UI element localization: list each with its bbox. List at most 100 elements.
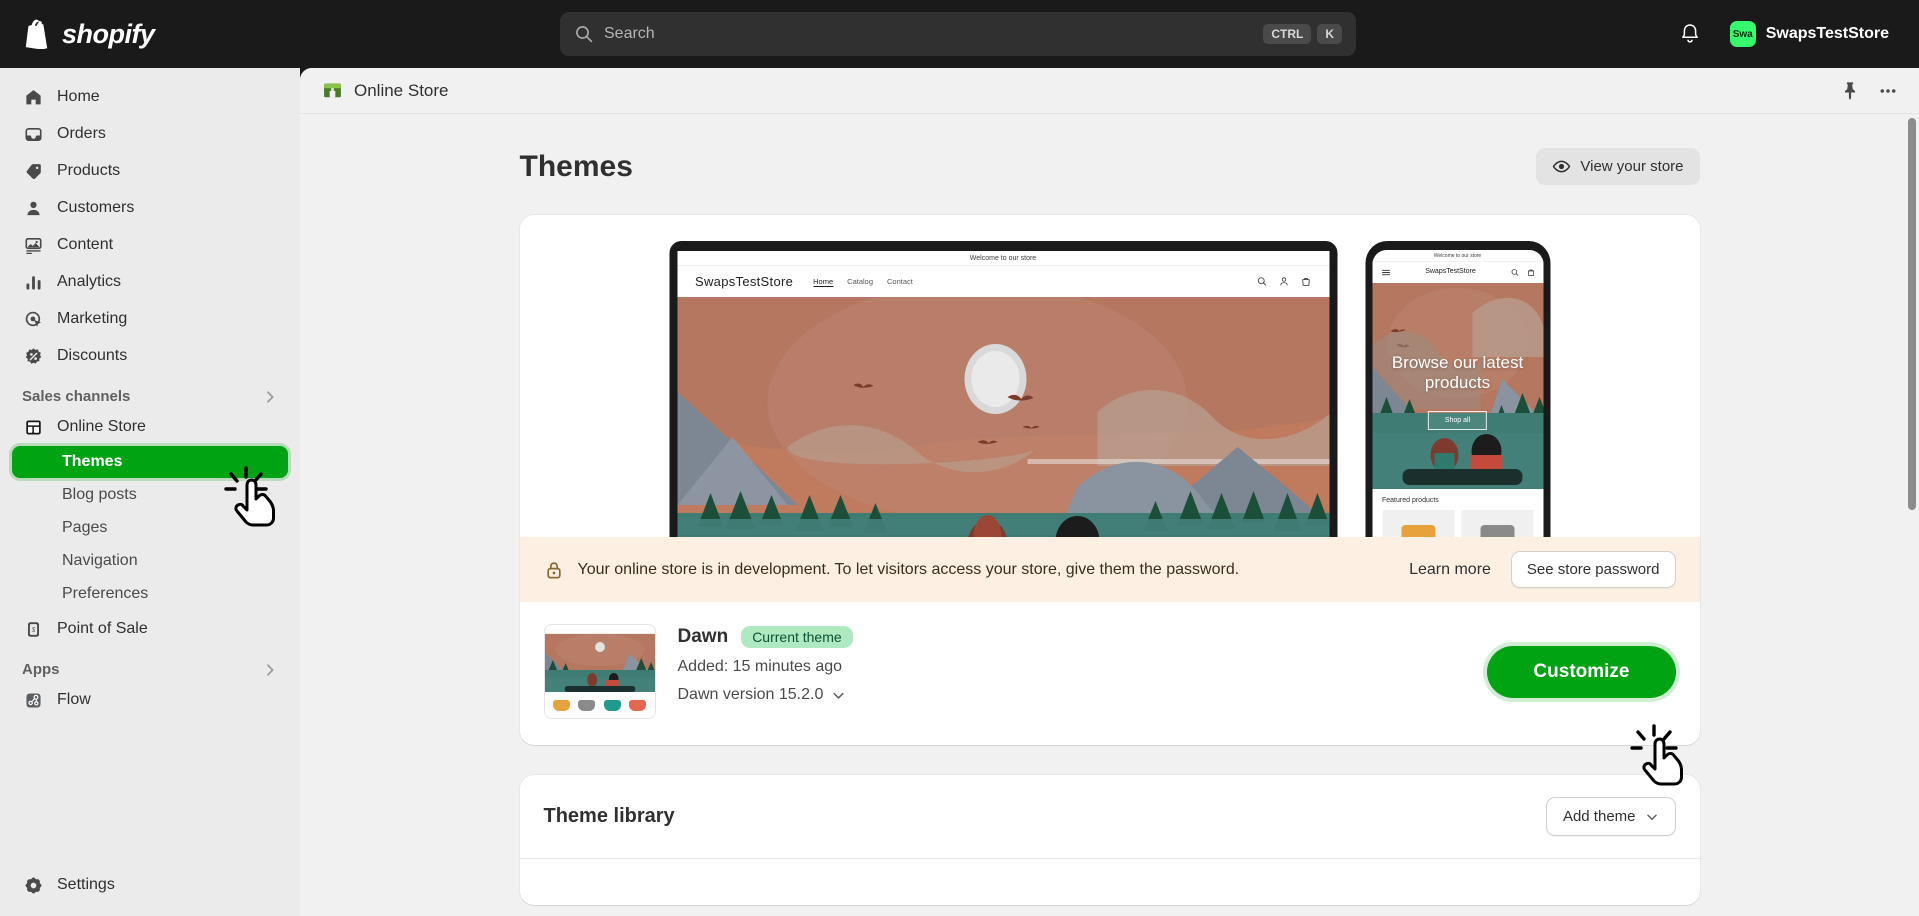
sidebar-label-point-of-sale: Point of Sale xyxy=(57,620,148,637)
see-store-password-button[interactable]: See store password xyxy=(1510,551,1676,588)
sidebar-item-online-store[interactable]: Online Store xyxy=(12,409,288,445)
mobile-preview-frame[interactable]: Welcome to our store SwapsTestStore Brow… xyxy=(1365,241,1550,537)
sidebar-label-analytics: Analytics xyxy=(57,273,122,290)
theme-preview-strip: Welcome to our store SwapsTestStore Home… xyxy=(519,215,1700,537)
theme-name-row: Dawn Current theme xyxy=(678,626,853,648)
avatar: Swa xyxy=(1729,21,1756,47)
scrollbar-thumb[interactable] xyxy=(1908,118,1916,510)
theme-library-card: Theme library Add theme xyxy=(519,775,1700,905)
bell-icon[interactable] xyxy=(1678,22,1702,46)
sidebar-label-products: Products xyxy=(57,162,121,179)
theme-meta: Dawn Current theme Added: 15 minutes ago… xyxy=(678,624,853,704)
sidebar-label-themes: Themes xyxy=(62,453,123,470)
scrollbar-track[interactable] xyxy=(1905,114,1919,916)
desktop-preview-frame[interactable]: Welcome to our store SwapsTestStore Home… xyxy=(669,241,1337,537)
sidebar-item-discounts[interactable]: Discounts xyxy=(12,338,288,374)
swatch-orange xyxy=(552,700,570,711)
learn-more-link[interactable]: Learn more xyxy=(1409,561,1491,579)
sidebar-item-marketing[interactable]: Marketing xyxy=(12,301,288,337)
sidebar-section-apps[interactable]: Apps xyxy=(22,661,278,678)
sidebar-item-themes[interactable]: Themes xyxy=(12,446,288,478)
view-your-store-label: View your store xyxy=(1580,158,1684,175)
sidebar-item-products[interactable]: Products xyxy=(12,153,288,189)
storefront-link-contact[interactable]: Contact xyxy=(887,277,913,287)
sidebar-item-analytics[interactable]: Analytics xyxy=(12,264,288,300)
mobile-hero-heading: Browse our latest products xyxy=(1391,353,1524,393)
product-card[interactable] xyxy=(1461,510,1533,537)
search-icon xyxy=(1257,277,1266,286)
hamburger-icon[interactable] xyxy=(1380,267,1391,278)
theme-version-dropdown[interactable]: Dawn version 15.2.0 xyxy=(678,686,853,704)
sidebar-label-discounts: Discounts xyxy=(57,347,128,364)
breadcrumb-label: Online Store xyxy=(354,80,449,100)
store-account-chip[interactable]: Swa SwapsTestStore xyxy=(1720,16,1899,52)
sidebar-label-blog-posts: Blog posts xyxy=(62,486,137,503)
search-input[interactable]: Search CTRL K xyxy=(560,12,1356,56)
mobile-featured-section: Featured products xyxy=(1372,489,1543,537)
swatch-teal xyxy=(603,700,621,711)
shopify-logo[interactable]: shopify xyxy=(24,19,155,50)
mobile-preview-screen: Welcome to our store SwapsTestStore Brow… xyxy=(1372,250,1543,537)
sidebar-label-pages: Pages xyxy=(62,519,108,536)
sidebar-item-preferences[interactable]: Preferences xyxy=(12,578,288,610)
lock-icon xyxy=(546,561,561,578)
pin-icon[interactable] xyxy=(1839,80,1861,102)
announcement-bar: Welcome to our store xyxy=(677,251,1329,266)
content-image-icon xyxy=(22,234,44,256)
shopify-bag-icon xyxy=(25,19,48,49)
storefront-link-catalog[interactable]: Catalog xyxy=(847,277,873,287)
product-tag-icon xyxy=(22,160,44,182)
sidebar-item-home[interactable]: Home xyxy=(12,79,288,115)
mobile-announcement-bar: Welcome to our store xyxy=(1372,250,1543,262)
sidebar-label-customers: Customers xyxy=(57,199,135,216)
thumbnail-header xyxy=(544,625,655,634)
svg-text:$: $ xyxy=(31,625,35,633)
sidebar-label-settings: Settings xyxy=(57,876,115,893)
sidebar-item-pages[interactable]: Pages xyxy=(12,512,288,544)
person-icon xyxy=(22,197,44,219)
kbd-k: K xyxy=(1317,24,1342,44)
development-banner-message: Your online store is in development. To … xyxy=(577,560,1240,578)
flow-icon xyxy=(22,689,44,711)
chevron-down-icon xyxy=(833,692,844,699)
sidebar-label-online-store: Online Store xyxy=(57,418,146,435)
storefront-logo: SwapsTestStore xyxy=(695,274,794,289)
hero-illustration xyxy=(677,297,1329,537)
mobile-hero-button[interactable]: Shop all xyxy=(1427,410,1488,430)
ellipsis-icon[interactable] xyxy=(1877,80,1899,102)
theme-library-body xyxy=(520,859,1700,905)
home-icon xyxy=(22,86,44,108)
development-banner-actions: Learn more See store password xyxy=(1409,551,1676,588)
header-actions xyxy=(1839,80,1899,102)
sidebar-label-orders: Orders xyxy=(57,125,106,142)
apps-label: Apps xyxy=(22,661,60,678)
current-theme-card: Welcome to our store SwapsTestStore Home… xyxy=(519,215,1700,745)
sidebar-section-sales-channels[interactable]: Sales channels xyxy=(22,388,278,405)
sidebar-label-flow: Flow xyxy=(57,691,91,708)
theme-thumbnail[interactable] xyxy=(543,624,656,719)
sidebar-item-settings[interactable]: Settings xyxy=(12,867,288,903)
mobile-storefront-nav: SwapsTestStore xyxy=(1372,262,1543,283)
thumbnail-hero xyxy=(544,634,655,692)
breadcrumb[interactable]: Online Store xyxy=(322,80,449,101)
sidebar-item-customers[interactable]: Customers xyxy=(12,190,288,226)
sidebar-item-point-of-sale[interactable]: $ Point of Sale xyxy=(12,611,288,647)
account-icon xyxy=(1279,277,1288,286)
storefront-link-home[interactable]: Home xyxy=(813,277,834,287)
customize-button[interactable]: Customize xyxy=(1487,645,1676,698)
sidebar-item-content[interactable]: Content xyxy=(12,227,288,263)
scroll-area: Themes View your store Welcome to our st… xyxy=(300,114,1919,916)
sidebar-item-blog-posts[interactable]: Blog posts xyxy=(12,479,288,511)
sidebar-settings-row: Settings xyxy=(0,866,300,904)
sales-channels-label: Sales channels xyxy=(22,388,131,405)
sidebar-item-orders[interactable]: Orders xyxy=(12,116,288,152)
view-your-store-button[interactable]: View your store xyxy=(1536,148,1700,185)
sidebar-item-flow[interactable]: Flow xyxy=(12,682,288,718)
top-bar: shopify Search CTRL K Swa SwapsTestStore xyxy=(0,0,1919,68)
add-theme-button[interactable]: Add theme xyxy=(1545,797,1676,836)
sidebar-item-navigation[interactable]: Navigation xyxy=(12,545,288,577)
product-image xyxy=(1480,525,1514,537)
sidebar-label-home: Home xyxy=(57,88,100,105)
product-card[interactable] xyxy=(1382,510,1454,537)
cart-icon xyxy=(1301,278,1310,286)
